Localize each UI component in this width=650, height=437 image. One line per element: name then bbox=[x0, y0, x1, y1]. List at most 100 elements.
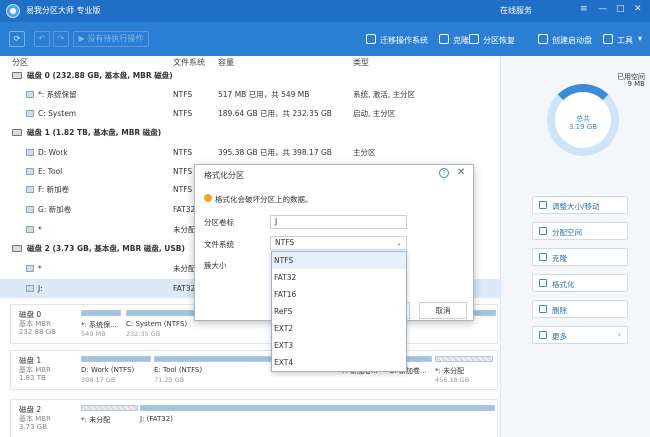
boot-disk-icon bbox=[538, 34, 548, 44]
warning-icon bbox=[204, 194, 212, 202]
tools-dropdown-icon[interactable]: ▾ bbox=[638, 34, 642, 43]
title-bar: 易我分区大师 专业版 在线服务 ≡ — □ ✕ bbox=[0, 0, 650, 22]
filesystem-option[interactable]: EXT2 bbox=[272, 320, 406, 337]
filesystem-caption: 文件系统 bbox=[204, 240, 234, 249]
partition-row[interactable]: C: System NTFS 189.64 GB 已用，共 232.35 GB 启动,… bbox=[0, 104, 500, 123]
segment-label: J: (FAT32) bbox=[140, 415, 173, 423]
total-value: 3.19 GB bbox=[568, 123, 598, 131]
close-window-icon[interactable]: ✕ bbox=[634, 4, 642, 14]
segment-bar[interactable] bbox=[140, 405, 495, 411]
maximize-icon[interactable]: □ bbox=[616, 4, 625, 14]
toolbar: ⟳ ↶ ↷ ▶ 没有待执行操作 迁移操作系统 克隆 分区恢复 创建启动盘 工具 … bbox=[0, 22, 650, 56]
disk-map-size: 232.88 GB bbox=[19, 328, 56, 336]
allocate-space-button[interactable]: 分配空间 bbox=[532, 222, 628, 240]
row-capacity: 517 MB 已用，共 549 MB bbox=[218, 90, 310, 99]
action-icon bbox=[539, 279, 547, 287]
partition-recovery-icon bbox=[469, 34, 479, 44]
segment-label: *: 系统保... bbox=[81, 321, 117, 329]
segment-label: *: 未分配 bbox=[435, 367, 465, 375]
partition-row[interactable]: D: Work NTFS 395.38 GB 已用，共 398.17 GB 主分区 bbox=[0, 143, 500, 162]
delete-button[interactable]: 删除 bbox=[532, 300, 628, 318]
partition-icon bbox=[26, 186, 34, 193]
partition-recovery-button[interactable]: 分区恢复 bbox=[483, 35, 515, 46]
disk-map-size: 1.82 TB bbox=[19, 374, 46, 382]
partition-row[interactable]: *: 系统保留 NTFS 517 MB 已用，共 549 MB 系统, 激活, 主分区 bbox=[0, 85, 500, 104]
online-service-link[interactable]: 在线服务 bbox=[500, 5, 532, 16]
filesystem-option[interactable]: EXT4 bbox=[272, 354, 406, 371]
resize-move-button[interactable]: 调整大小/移动 bbox=[532, 196, 628, 214]
action-label: 更多 bbox=[552, 332, 567, 341]
segment-bar[interactable] bbox=[81, 310, 121, 316]
migrate-os-button[interactable]: 迁移操作系统 bbox=[380, 35, 428, 46]
segment-label: *: 未分配 bbox=[81, 416, 111, 424]
segment-bar[interactable] bbox=[81, 356, 151, 362]
close-icon[interactable]: ✕ bbox=[457, 167, 465, 178]
row-filesystem: NTFS bbox=[173, 148, 193, 157]
disk-map-size: 3.73 GB bbox=[19, 423, 48, 431]
row-name: J: bbox=[38, 284, 43, 293]
filesystem-option[interactable]: FAT32 bbox=[272, 269, 406, 286]
app-logo-icon bbox=[6, 4, 20, 18]
segment-bar[interactable] bbox=[435, 356, 493, 362]
info-panel: 已用空间 9 MB 总共 3.19 GB 调整大小/移动 分配空间 克隆 格式化 删除更… bbox=[500, 56, 650, 437]
warning-text: 格式化会破坏分区上的数据。 bbox=[215, 195, 313, 204]
segment-size: 549 MB bbox=[81, 330, 106, 338]
refresh-button[interactable]: ⟳ bbox=[9, 31, 25, 47]
filesystem-select-value: NTFS bbox=[275, 238, 295, 247]
filesystem-option[interactable]: ReFS bbox=[272, 303, 406, 320]
cluster-size-caption: 簇大小 bbox=[204, 261, 227, 270]
menu-icon[interactable]: ≡ bbox=[580, 4, 588, 14]
row-filesystem: NTFS bbox=[173, 167, 193, 176]
undo-button[interactable]: ↶ bbox=[34, 31, 50, 47]
row-capacity: 395.38 GB 已用，共 398.17 GB bbox=[218, 148, 332, 157]
disk-row[interactable]: 磁盘 0 (232.88 GB, 基本盘, MBR 磁盘) bbox=[0, 66, 500, 85]
execute-pending-button[interactable]: ▶ 没有待执行操作 bbox=[73, 31, 149, 47]
disk-map[interactable]: 磁盘 2 基本 MBR 3.73 GB *: 未分配 J: (FAT32) bbox=[10, 399, 498, 437]
row-name: *: 系统保留 bbox=[38, 90, 77, 99]
tools-button[interactable]: 工具 bbox=[617, 35, 633, 46]
filesystem-select[interactable]: NTFS ⌄ bbox=[270, 236, 407, 250]
help-icon[interactable]: ? bbox=[439, 168, 449, 178]
tools-icon bbox=[603, 34, 613, 44]
row-type: 主分区 bbox=[353, 148, 376, 157]
row-name: C: System bbox=[38, 109, 77, 118]
filesystem-option[interactable]: EXT3 bbox=[272, 337, 406, 354]
row-name: E: Tool bbox=[38, 167, 63, 176]
segment-label: D: Work (NTFS) bbox=[81, 366, 135, 374]
action-label: 格式化 bbox=[552, 280, 575, 289]
create-boot-disk-button[interactable]: 创建启动盘 bbox=[552, 35, 592, 46]
row-name: * bbox=[38, 225, 42, 234]
dialog-title: 格式化分区 bbox=[204, 171, 244, 180]
partition-icon bbox=[26, 206, 34, 213]
clone-button[interactable]: 克隆 bbox=[453, 35, 469, 46]
action-label: 克隆 bbox=[552, 254, 567, 263]
action-label: 分配空间 bbox=[552, 228, 582, 237]
clone-partition-button[interactable]: 克隆 bbox=[532, 248, 628, 266]
disk-icon bbox=[12, 245, 22, 252]
disk-row[interactable]: 磁盘 1 (1.82 TB, 基本盘, MBR 磁盘) bbox=[0, 123, 500, 142]
volume-label-input[interactable]: J bbox=[270, 215, 407, 229]
cancel-button[interactable]: 取消 bbox=[419, 302, 467, 319]
action-label: 调整大小/移动 bbox=[552, 202, 600, 211]
redo-button[interactable]: ↷ bbox=[53, 31, 69, 47]
segment-label: C: System (NTFS) bbox=[126, 320, 188, 328]
action-icon bbox=[539, 331, 547, 339]
minimize-icon[interactable]: — bbox=[598, 4, 607, 14]
clone-icon bbox=[439, 34, 449, 44]
disk-icon bbox=[12, 72, 22, 79]
migrate-os-icon bbox=[366, 34, 376, 44]
filesystem-option[interactable]: NTFS bbox=[272, 252, 406, 269]
segment-bar[interactable] bbox=[81, 405, 138, 411]
partition-icon bbox=[26, 285, 34, 292]
row-type: 系统, 激活, 主分区 bbox=[353, 90, 416, 99]
partition-icon bbox=[26, 91, 34, 98]
row-name: F: 新加卷 bbox=[38, 185, 70, 194]
disk-map[interactable]: 磁盘 1 基本 MBR 1.82 TB D: Work (NTFS) 398.17 GB… bbox=[10, 350, 498, 390]
row-filesystem: NTFS bbox=[173, 185, 193, 194]
format-button[interactable]: 格式化 bbox=[532, 274, 628, 292]
segment-size: 71.25 GB bbox=[154, 376, 185, 384]
app-title: 易我分区大师 专业版 bbox=[26, 6, 101, 15]
filesystem-option[interactable]: FAT16 bbox=[272, 286, 406, 303]
more-button[interactable]: 更多 › bbox=[532, 326, 628, 344]
row-capacity: 189.64 GB 已用，共 232.35 GB bbox=[218, 109, 332, 118]
